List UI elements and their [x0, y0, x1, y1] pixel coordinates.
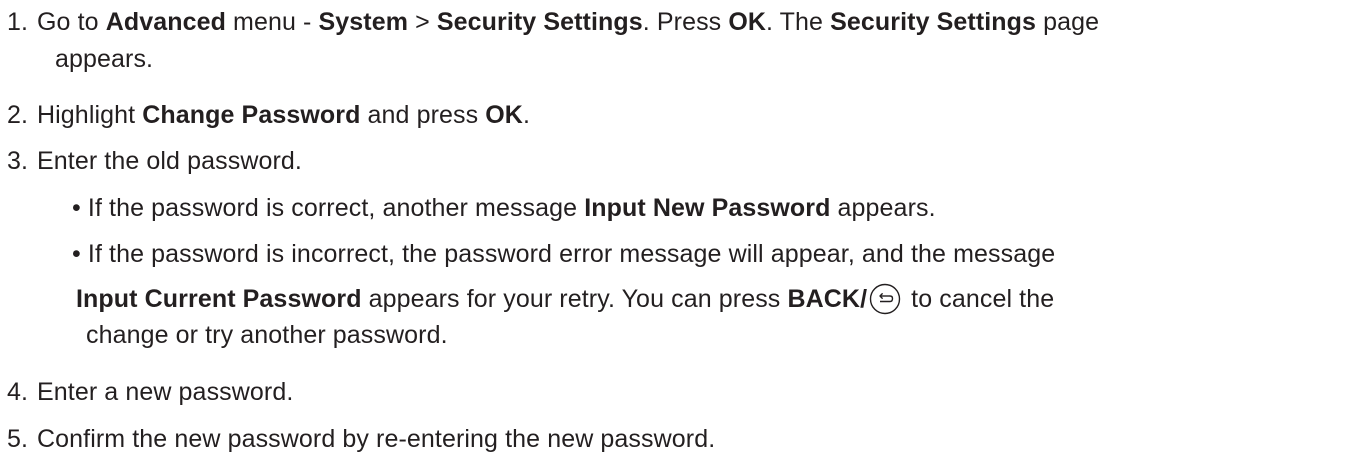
bullet-text: change or try another password.: [86, 321, 448, 349]
step-2: 2. Highlight Change Password and press OK…: [0, 100, 530, 130]
step-text: . Press: [642, 8, 729, 36]
step-3-bullet-2-continuation: Input Current Password appears for your …: [76, 283, 1054, 315]
step-number: 2.: [7, 101, 29, 129]
bullet-text: appears for your retry. You can press: [361, 285, 788, 313]
slash-separator: /: [860, 285, 868, 313]
bold-term: Advanced: [105, 8, 226, 36]
step-number: 5.: [7, 425, 29, 453]
step-3-bullet-2: • If the password is incorrect, the pass…: [72, 239, 1055, 269]
bold-term: Change Password: [142, 101, 361, 129]
step-1: 1. Go to Advanced menu - System > Securit…: [0, 7, 1099, 37]
bold-term: OK: [728, 8, 767, 36]
step-text: Enter a new password.: [37, 378, 294, 406]
back-arrow-icon: [869, 283, 901, 315]
bullet-marker: •: [72, 194, 81, 222]
bold-term: Input New Password: [584, 194, 831, 222]
bullet-marker: •: [72, 240, 81, 268]
step-3-bullet-2-continuation-2: change or try another password.: [86, 320, 448, 350]
step-text: appears.: [55, 45, 154, 73]
bold-term: Security Settings: [830, 8, 1037, 36]
step-text: Enter the old password.: [37, 147, 302, 175]
bold-term: OK: [485, 101, 523, 129]
step-text: menu -: [226, 8, 319, 36]
bold-term: Security Settings: [436, 8, 643, 36]
step-text: . The: [766, 8, 831, 36]
step-text: Confirm the new password by re-entering …: [37, 425, 716, 453]
step-text: .: [522, 101, 531, 129]
step-text: Go to: [37, 8, 106, 36]
step-5: 5. Confirm the new password by re-enterin…: [0, 424, 715, 454]
step-number: 4.: [7, 378, 29, 406]
step-4: 4. Enter a new password.: [0, 377, 293, 407]
bold-term: System: [318, 8, 409, 36]
bold-term: Input Current Password: [76, 285, 362, 313]
step-3: 3. Enter the old password.: [0, 146, 302, 176]
bullet-text: to cancel the: [904, 285, 1055, 313]
instructions-document: 1. Go to Advanced menu - System > Securit…: [0, 0, 1345, 466]
step-3-bullet-1: • If the password is correct, another me…: [72, 193, 936, 223]
step-1-continuation: appears.: [55, 44, 153, 74]
bold-term: BACK: [787, 285, 861, 313]
step-text: Highlight: [37, 101, 143, 129]
step-text: page: [1036, 8, 1100, 36]
step-text: >: [408, 8, 437, 36]
bullet-text: If the password is correct, another mess…: [87, 194, 585, 222]
step-text: and press: [360, 101, 486, 129]
step-number: 1.: [7, 8, 29, 36]
bullet-text: If the password is incorrect, the passwo…: [87, 240, 1056, 268]
bullet-text: appears.: [830, 194, 936, 222]
step-number: 3.: [7, 147, 29, 175]
